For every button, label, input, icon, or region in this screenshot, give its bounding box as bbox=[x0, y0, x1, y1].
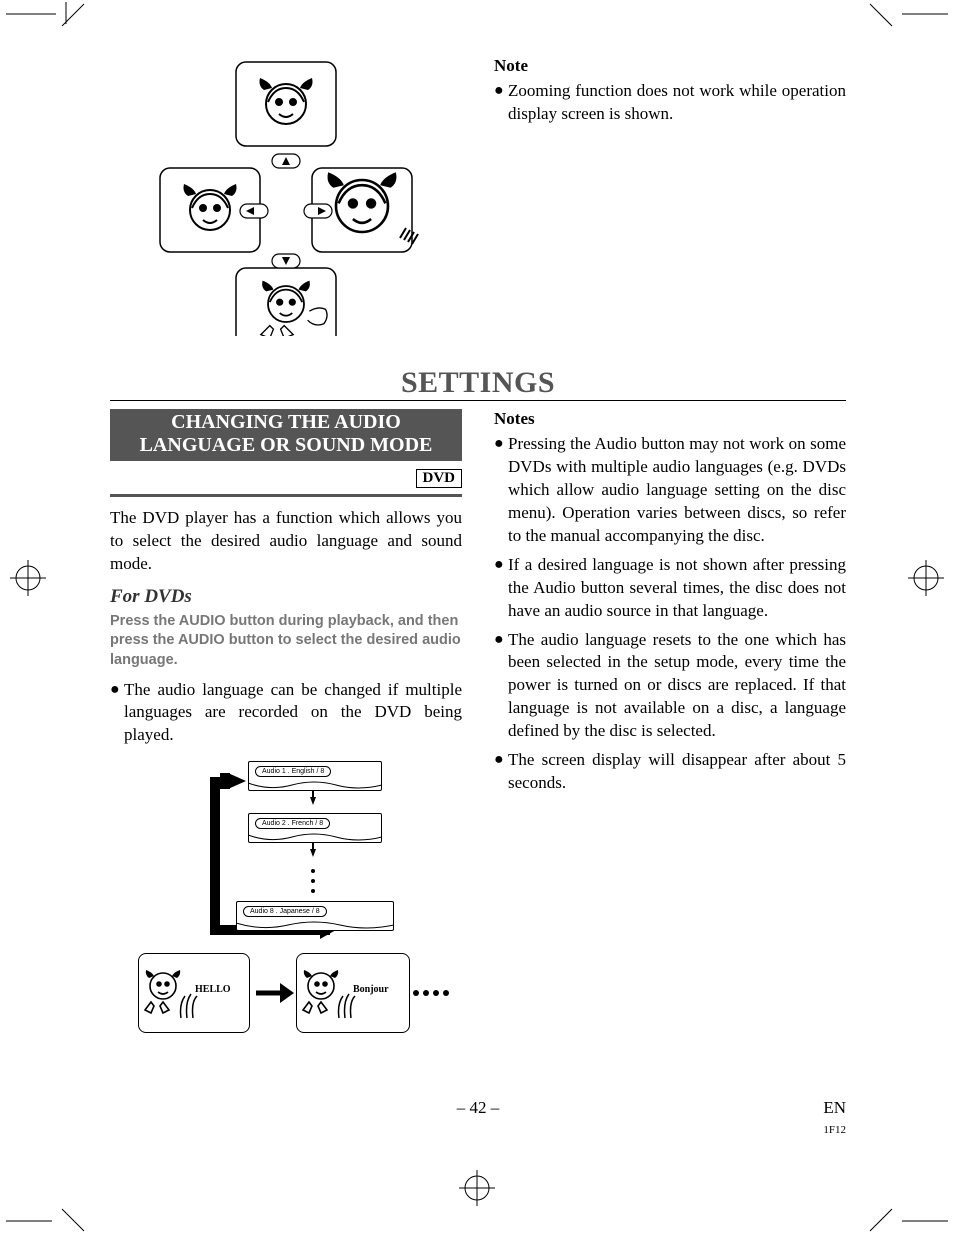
intro-paragraph: The DVD player has a function which allo… bbox=[110, 507, 462, 576]
page-number: – 42 – bbox=[110, 1098, 846, 1118]
language-code: EN 1F12 bbox=[823, 1098, 846, 1138]
crop-mark-bl bbox=[6, 1191, 96, 1235]
for-dvds-subhead: For DVDs bbox=[110, 586, 462, 608]
registration-mark-bottom bbox=[459, 1170, 495, 1206]
crop-mark-tr bbox=[858, 0, 948, 44]
subsection-heading: CHANGING THE AUDIO LANGUAGE OR SOUND MOD… bbox=[110, 409, 462, 461]
crop-mark-tl bbox=[6, 0, 96, 44]
registration-mark-right bbox=[908, 560, 944, 596]
crop-mark-br bbox=[858, 1191, 948, 1235]
document-code: 1F12 bbox=[823, 1124, 846, 1136]
notes-bullet-3: ●The audio language resets to the one wh… bbox=[494, 629, 846, 744]
audio-chip-2: Audio 2 . French / 8 bbox=[255, 818, 330, 829]
arrow-right-icon bbox=[254, 979, 294, 1007]
note-heading: Note bbox=[494, 56, 846, 76]
hello-label: HELLO bbox=[195, 984, 231, 995]
notes-heading: Notes bbox=[494, 409, 846, 429]
zoom-nav-figure bbox=[110, 56, 462, 336]
notes-bullet-2: ●If a desired language is not shown afte… bbox=[494, 554, 846, 623]
notes-bullet-4: ●The screen display will disappear after… bbox=[494, 749, 846, 795]
divider bbox=[110, 494, 462, 497]
audio-cycle-figure: Audio 1 . English / 8 Audio 2 . French /… bbox=[136, 753, 436, 1043]
registration-mark-left bbox=[10, 560, 46, 596]
audio-chip-3: Audio 8 . Japanese / 8 bbox=[243, 906, 327, 917]
ellipsis-dots-icon bbox=[412, 987, 452, 999]
notes-bullet-1: ●Pressing the Audio button may not work … bbox=[494, 433, 846, 548]
bonjour-label: Bonjour bbox=[353, 984, 389, 995]
note-bullet: ● Zooming function does not work while o… bbox=[494, 80, 846, 126]
feature-bullet: ● The audio language can be changed if m… bbox=[110, 679, 462, 748]
instruction-text: Press the AUDIO button during playback, … bbox=[110, 612, 462, 671]
dvd-badge: DVD bbox=[416, 469, 463, 488]
audio-chip-1: Audio 1 . English / 8 bbox=[255, 766, 331, 777]
page-section-title: SETTINGS bbox=[110, 366, 846, 401]
